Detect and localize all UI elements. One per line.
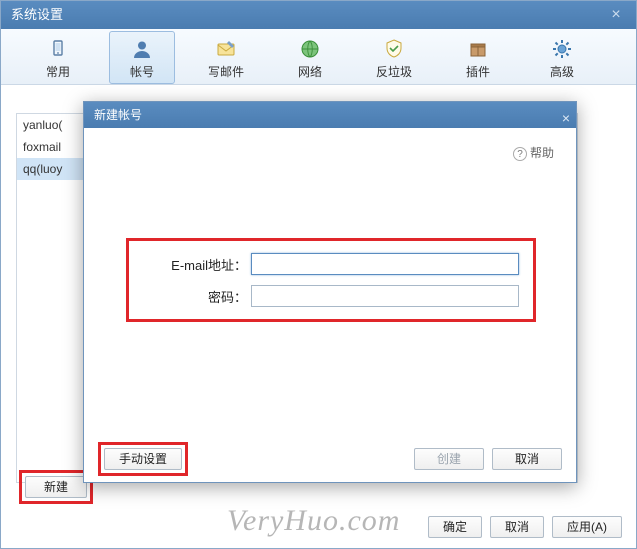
password-field[interactable] [251, 285, 519, 307]
shield-icon [382, 37, 406, 61]
ok-button[interactable]: 确定 [428, 516, 482, 538]
help-icon: ? [513, 147, 527, 161]
tab-antispam[interactable]: 反垃圾 [361, 31, 427, 84]
cancel-button[interactable]: 取消 [490, 516, 544, 538]
close-icon[interactable]: × [596, 1, 636, 29]
email-row: E-mail地址： [143, 253, 519, 275]
tab-compose[interactable]: 写邮件 [193, 31, 259, 84]
help-link[interactable]: ?帮助 [513, 144, 554, 161]
compose-icon [214, 37, 238, 61]
box-icon [466, 37, 490, 61]
apply-button[interactable]: 应用(A) [552, 516, 622, 538]
email-field[interactable] [251, 253, 519, 275]
dialog-cancel-button[interactable]: 取消 [492, 448, 562, 470]
tab-general[interactable]: 常用 [25, 31, 91, 84]
tab-advanced[interactable]: 高级 [529, 31, 595, 84]
form-highlight: E-mail地址： 密码： [126, 238, 536, 322]
main-titlebar: 系统设置 × [1, 1, 636, 29]
password-label: 密码： [143, 287, 251, 306]
dialog-footer: 手动设置 创建 取消 [84, 446, 576, 472]
toolbar: 常用 帐号 写邮件 网络 反垃圾 [1, 29, 636, 85]
gear-icon [550, 37, 574, 61]
user-icon [130, 37, 154, 61]
password-row: 密码： [143, 285, 519, 307]
device-icon [46, 37, 70, 61]
settings-window: 系统设置 × 常用 帐号 写邮件 网络 [0, 0, 637, 549]
create-button[interactable]: 创建 [414, 448, 484, 470]
new-account-dialog: 新建帐号 × ?帮助 E-mail地址： 密码： 手动设置 创建 取消 [83, 101, 577, 483]
dialog-title: 新建帐号 [94, 108, 142, 122]
new-button-highlight: 新建 [19, 470, 93, 504]
tab-label: 写邮件 [208, 63, 244, 80]
tab-label: 常用 [46, 63, 70, 80]
close-icon[interactable]: × [562, 105, 570, 131]
tab-network[interactable]: 网络 [277, 31, 343, 84]
dialog-titlebar: 新建帐号 × [84, 102, 576, 128]
new-button[interactable]: 新建 [25, 476, 87, 498]
tab-label: 网络 [298, 63, 322, 80]
tab-plugin[interactable]: 插件 [445, 31, 511, 84]
help-label: 帮助 [530, 146, 554, 160]
tab-account[interactable]: 帐号 [109, 31, 175, 84]
manual-setup-button[interactable]: 手动设置 [104, 448, 182, 470]
main-footer: 确定 取消 应用(A) [428, 516, 622, 538]
manual-highlight: 手动设置 [98, 442, 188, 476]
tab-label: 插件 [466, 63, 490, 80]
tab-label: 帐号 [130, 63, 154, 80]
email-label: E-mail地址： [143, 255, 251, 274]
globe-icon [298, 37, 322, 61]
watermark: VeryHuo.com [227, 504, 400, 538]
tab-label: 反垃圾 [376, 63, 412, 80]
main-title: 系统设置 [11, 7, 63, 22]
tab-label: 高级 [550, 63, 574, 80]
